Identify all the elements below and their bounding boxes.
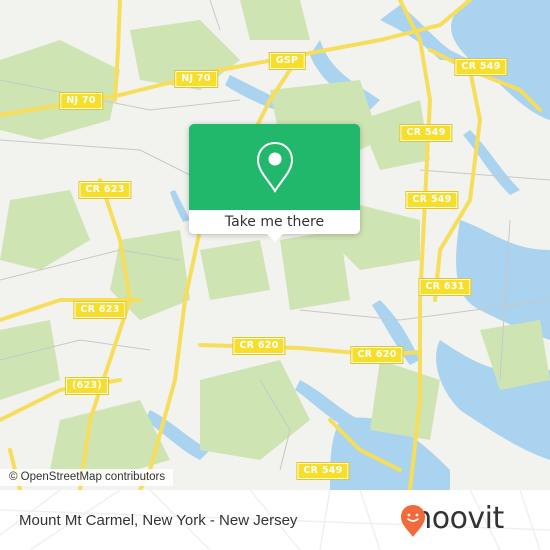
road-label: NJ 70 [59, 92, 103, 110]
footer: Mount Mt Carmel, New York - New Jersey m… [0, 490, 550, 550]
moovit-logo[interactable]: moovit [400, 504, 504, 537]
take-me-there-button[interactable]: Take me there [189, 210, 360, 234]
road-label: CR 623 [78, 181, 132, 199]
popup-header [189, 124, 360, 210]
road-label: CR 620 [350, 346, 404, 364]
popup-tail [267, 234, 283, 242]
road-label: GSP [268, 52, 306, 70]
road-label: CR 549 [296, 462, 350, 480]
road-label: CR 549 [454, 58, 508, 76]
road-label: (623) [64, 377, 110, 395]
road-label: CR 549 [405, 191, 459, 209]
road-label: CR 623 [73, 301, 127, 319]
map-attribution[interactable]: © OpenStreetMap contributors [0, 469, 174, 486]
moovit-pin-icon [401, 505, 425, 537]
map[interactable]: NJ 70 NJ 70 GSP CR 549 CR 549 CR 549 CR 631 CR … [0, 0, 550, 490]
place-name: Mount Mt Carmel, New York - New Jersey [19, 512, 298, 529]
road-label: CR 620 [232, 337, 286, 355]
road-label: CR 631 [418, 278, 472, 296]
location-popup[interactable]: Take me there [189, 124, 360, 242]
road-label: CR 549 [399, 124, 453, 142]
road-label: NJ 70 [174, 70, 218, 88]
location-pin-icon [256, 141, 293, 193]
